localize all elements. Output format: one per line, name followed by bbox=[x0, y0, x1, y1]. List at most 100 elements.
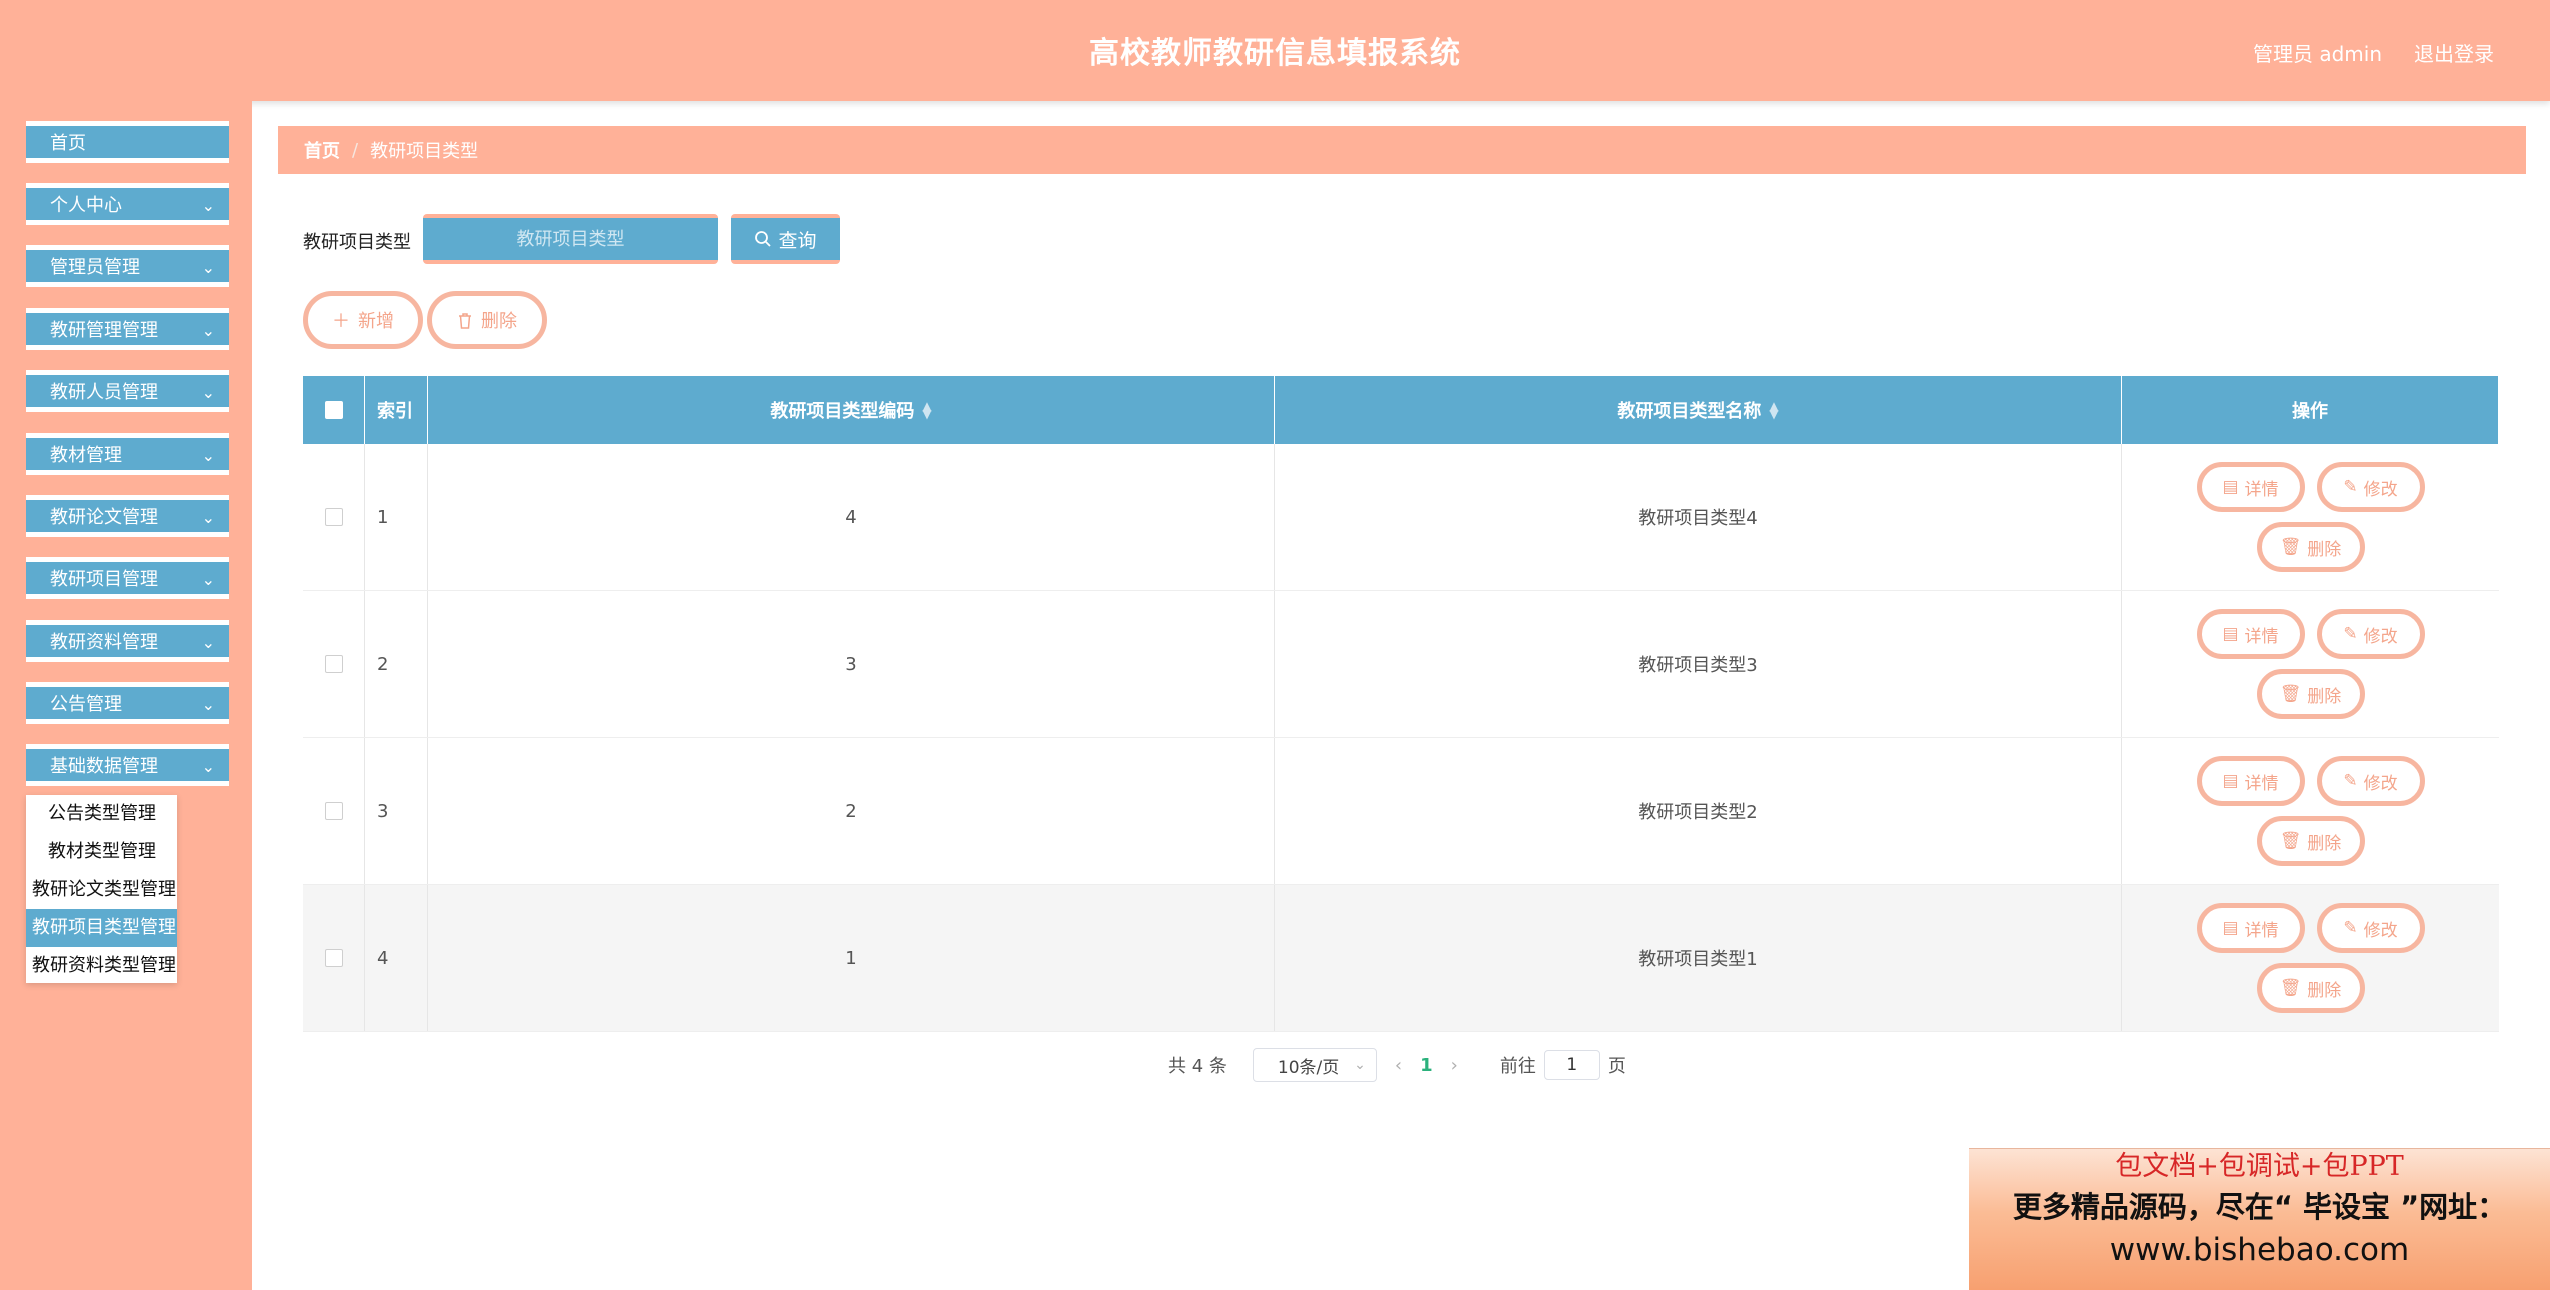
detail-button[interactable]: ▤ 详情 bbox=[2196, 756, 2305, 806]
add-button[interactable]: ＋ 新增 bbox=[303, 291, 423, 349]
detail-button[interactable]: ▤ 详情 bbox=[2196, 609, 2305, 659]
base-data-submenu: 公告类型管理 教材类型管理 教研论文类型管理 教研项目类型管理 教研资料类型管理 bbox=[26, 795, 177, 983]
search-input[interactable] bbox=[423, 214, 718, 264]
header-code[interactable]: 教研项目类型编码 ▲ ▼ bbox=[428, 376, 1275, 444]
row-index: 2 bbox=[365, 591, 428, 737]
row-select-cell bbox=[303, 444, 365, 590]
edit-button[interactable]: ✎ 修改 bbox=[2316, 609, 2425, 659]
row-code: 4 bbox=[428, 444, 1275, 590]
detail-button[interactable]: ▤ 详情 bbox=[2196, 903, 2305, 953]
next-page-icon[interactable]: › bbox=[1451, 1055, 1458, 1076]
pencil-icon: ✎ bbox=[2343, 624, 2358, 644]
sidebar-item-home[interactable]: 首页 bbox=[26, 121, 229, 163]
breadcrumb: 首页 / 教研项目类型 bbox=[278, 126, 2526, 174]
sidebar-item-personal-center[interactable]: 个人中心 ⌄ bbox=[26, 183, 229, 225]
chevron-down-icon: ⌄ bbox=[201, 258, 215, 277]
row-checkbox[interactable] bbox=[324, 655, 343, 673]
delete-button-label: 删除 bbox=[2307, 980, 2342, 1001]
sidebar-item-projects[interactable]: 教研项目管理 ⌄ bbox=[26, 557, 229, 599]
sidebar-item-base-data[interactable]: 基础数据管理 ⌄ bbox=[26, 744, 229, 786]
submenu-item-notice-types[interactable]: 公告类型管理 bbox=[26, 795, 177, 833]
row-name: 教研项目类型4 bbox=[1275, 444, 2122, 590]
row-checkbox[interactable] bbox=[324, 802, 343, 820]
edit-button-label: 修改 bbox=[2363, 479, 2398, 500]
submenu-item-material-types[interactable]: 教研资料类型管理 bbox=[26, 947, 177, 985]
submenu-item-textbook-types[interactable]: 教材类型管理 bbox=[26, 833, 177, 871]
edit-button[interactable]: ✎ 修改 bbox=[2316, 756, 2425, 806]
breadcrumb-current: 教研项目类型 bbox=[370, 141, 479, 162]
pencil-icon: ✎ bbox=[2343, 771, 2358, 791]
page-number-current[interactable]: 1 bbox=[1420, 1055, 1433, 1076]
sidebar-item-papers[interactable]: 教研论文管理 ⌄ bbox=[26, 495, 229, 537]
trash-icon bbox=[459, 312, 471, 329]
row-checkbox[interactable] bbox=[324, 508, 343, 526]
chevron-down-icon: ⌄ bbox=[201, 383, 215, 402]
data-table: 索引 教研项目类型编码 ▲ ▼ 教研项目类型名称 ▲ ▼ 操作 1 4 教研项目类型4 … bbox=[303, 376, 2499, 1032]
promo-url[interactable]: www.bishebao.com bbox=[1969, 1229, 2550, 1271]
goto-page-input[interactable]: 1 bbox=[1543, 1050, 1600, 1080]
table-row: 1 4 教研项目类型4 ▤ 详情 ✎ 修改 🗑 删除 bbox=[303, 444, 2499, 591]
sort-icon[interactable]: ▲ ▼ bbox=[922, 400, 931, 420]
document-icon: ▤ bbox=[2222, 771, 2239, 791]
edit-button[interactable]: ✎ 修改 bbox=[2316, 462, 2425, 512]
logout-link[interactable]: 退出登录 bbox=[2414, 38, 2494, 67]
sidebar-item-textbooks[interactable]: 教材管理 ⌄ bbox=[26, 433, 229, 475]
sidebar-item-researchers[interactable]: 教研人员管理 ⌄ bbox=[26, 370, 229, 412]
row-select-cell bbox=[303, 738, 365, 884]
detail-button[interactable]: ▤ 详情 bbox=[2196, 462, 2305, 512]
chevron-down-icon: ⌄ bbox=[201, 695, 215, 714]
row-ops: ▤ 详情 ✎ 修改 🗑 删除 bbox=[2122, 444, 2499, 590]
search-label: 教研项目类型 bbox=[303, 232, 411, 253]
row-index: 4 bbox=[365, 885, 428, 1031]
detail-button-label: 详情 bbox=[2244, 626, 2279, 647]
edit-button-label: 修改 bbox=[2363, 626, 2398, 647]
pagination: 共 4 条 10条/页 ⌄ ‹ 1 › 前往 1 页 bbox=[1168, 1048, 1626, 1082]
submenu-item-project-types[interactable]: 教研项目类型管理 bbox=[26, 909, 177, 947]
sort-icon[interactable]: ▲ ▼ bbox=[1769, 400, 1778, 420]
promo-line-2: 更多精品源码，尽在“ 毕设宝 ”网址： bbox=[2012, 1190, 2507, 1224]
document-icon: ▤ bbox=[2222, 918, 2239, 938]
delete-button[interactable]: 🗑 删除 bbox=[2256, 522, 2365, 572]
page-size-value: 10条/页 bbox=[1277, 1057, 1340, 1078]
row-select-cell bbox=[303, 591, 365, 737]
document-icon: ▤ bbox=[2222, 477, 2239, 497]
sidebar-item-notices[interactable]: 公告管理 ⌄ bbox=[26, 682, 229, 724]
promo-banner: 包文档+包调试+包PPT 更多精品源码，尽在“ 毕设宝 ”网址： www.bis… bbox=[1969, 1148, 2550, 1290]
edit-button-label: 修改 bbox=[2363, 920, 2398, 941]
prev-page-icon[interactable]: ‹ bbox=[1395, 1055, 1402, 1076]
delete-button[interactable]: 🗑 删除 bbox=[2256, 963, 2365, 1013]
select-all-checkbox[interactable] bbox=[324, 401, 343, 419]
table-header: 索引 教研项目类型编码 ▲ ▼ 教研项目类型名称 ▲ ▼ 操作 bbox=[303, 376, 2499, 444]
batch-delete-button[interactable]: 删除 bbox=[427, 291, 547, 349]
delete-button[interactable]: 🗑 删除 bbox=[2256, 816, 2365, 866]
sidebar-item-admin[interactable]: 管理员管理 ⌄ bbox=[26, 245, 229, 287]
page-suffix-label: 页 bbox=[1607, 1056, 1626, 1077]
search-button[interactable]: 查询 bbox=[731, 214, 840, 264]
row-checkbox[interactable] bbox=[324, 949, 343, 967]
edit-button[interactable]: ✎ 修改 bbox=[2316, 903, 2425, 953]
sidebar-item-materials[interactable]: 教研资料管理 ⌄ bbox=[26, 620, 229, 662]
trash-icon: 🗑 bbox=[2279, 537, 2302, 557]
sidebar-item-label: 教研管理管理 bbox=[50, 320, 158, 341]
submenu-item-paper-types[interactable]: 教研论文类型管理 bbox=[26, 871, 177, 909]
row-ops: ▤ 详情 ✎ 修改 🗑 删除 bbox=[2122, 738, 2499, 884]
header-name[interactable]: 教研项目类型名称 ▲ ▼ bbox=[1275, 376, 2122, 444]
chevron-down-icon: ⌄ bbox=[201, 196, 215, 215]
add-button-label: 新增 bbox=[358, 311, 394, 332]
chevron-down-icon: ⌄ bbox=[201, 757, 215, 776]
chevron-down-icon: ⌄ bbox=[201, 633, 215, 652]
row-name: 教研项目类型1 bbox=[1275, 885, 2122, 1031]
plus-icon: ＋ bbox=[332, 311, 350, 332]
row-ops: ▤ 详情 ✎ 修改 🗑 删除 bbox=[2122, 591, 2499, 737]
row-select-cell bbox=[303, 885, 365, 1031]
sidebar-item-label: 教研人员管理 bbox=[50, 382, 158, 403]
page-size-select[interactable]: 10条/页 ⌄ bbox=[1252, 1048, 1377, 1082]
sidebar-item-label: 教研论文管理 bbox=[50, 507, 158, 528]
sidebar-item-research-mgmt[interactable]: 教研管理管理 ⌄ bbox=[26, 308, 229, 350]
pencil-icon: ✎ bbox=[2343, 918, 2358, 938]
breadcrumb-home[interactable]: 首页 bbox=[304, 137, 340, 163]
trash-icon: 🗑 bbox=[2279, 831, 2302, 851]
detail-button-label: 详情 bbox=[2244, 773, 2279, 794]
promo-line-1: 包文档+包调试+包PPT bbox=[2115, 1151, 2404, 1182]
delete-button[interactable]: 🗑 删除 bbox=[2256, 669, 2365, 719]
